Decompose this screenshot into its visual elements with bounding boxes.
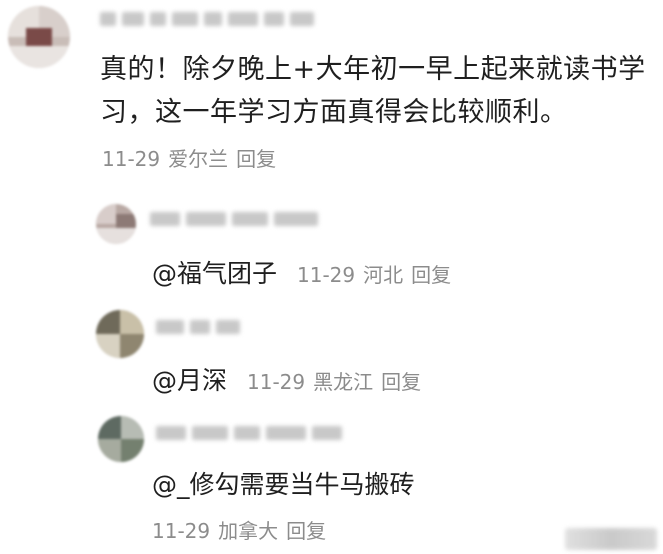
- comment-location: 爱尔兰: [168, 147, 229, 171]
- avatar[interactable]: [96, 310, 144, 358]
- reply-body: @福气团子 11-29 河北 回复: [152, 254, 451, 290]
- reply-button[interactable]: 回复: [411, 263, 451, 287]
- username-redacted[interactable]: [100, 10, 314, 28]
- reply-date: 11-29: [152, 519, 211, 543]
- comment-meta: 11-29 爱尔兰 回复: [102, 143, 276, 172]
- mention-link[interactable]: @_修勾需要当牛马搬砖: [152, 465, 415, 501]
- mention-link[interactable]: @月深: [152, 361, 227, 397]
- username-redacted[interactable]: [156, 424, 342, 442]
- comment-date: 11-29: [102, 147, 161, 171]
- reply-button[interactable]: 回复: [236, 147, 276, 171]
- reply-date: 11-29: [297, 263, 356, 287]
- reply-button[interactable]: 回复: [286, 519, 326, 543]
- reply-body: @月深 11-29 黑龙江 回复: [152, 361, 421, 397]
- username-redacted[interactable]: [150, 210, 318, 228]
- avatar[interactable]: [96, 204, 136, 244]
- watermark: [565, 528, 657, 550]
- mention-link[interactable]: @福气团子: [152, 254, 277, 290]
- avatar[interactable]: [98, 416, 144, 462]
- reply-meta: 11-29 加拿大 回复: [152, 515, 326, 544]
- avatar[interactable]: [8, 6, 70, 68]
- reply-location: 河北: [363, 263, 404, 287]
- reply-location: 黑龙江: [313, 370, 374, 394]
- username-redacted[interactable]: [156, 318, 240, 336]
- reply-button[interactable]: 回复: [381, 370, 421, 394]
- reply-location: 加拿大: [218, 519, 279, 543]
- comment-text: 真的！除夕晚上+大年初一早上起来就读书学习，这一年学习方面真得会比较顺利。: [100, 54, 646, 128]
- reply-body: @_修勾需要当牛马搬砖: [152, 465, 415, 501]
- reply-date: 11-29: [247, 370, 306, 394]
